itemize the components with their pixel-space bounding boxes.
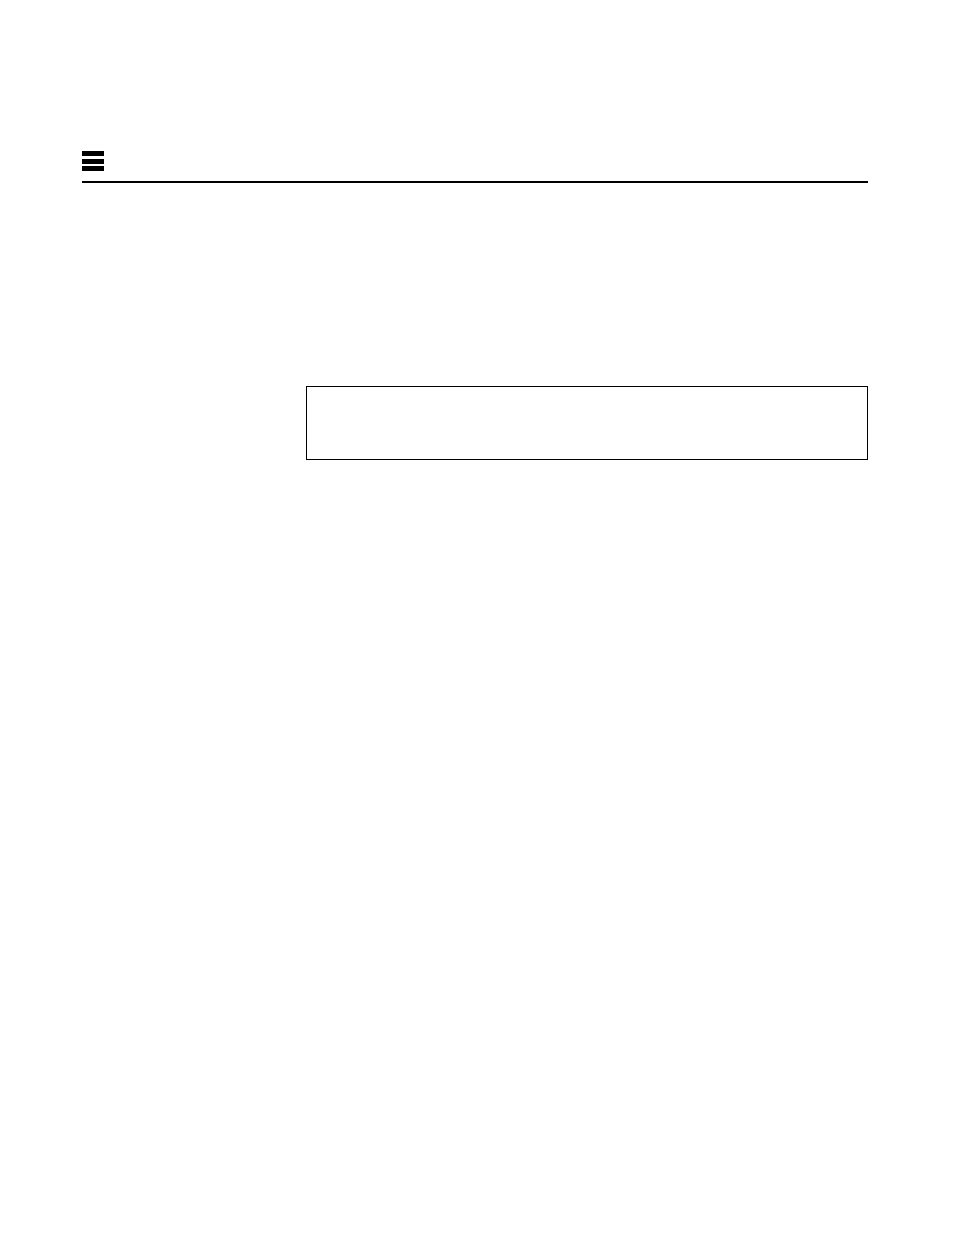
hamburger-bar bbox=[82, 151, 104, 156]
content-box bbox=[306, 386, 868, 460]
page-container bbox=[82, 0, 868, 1235]
hamburger-bar bbox=[82, 166, 104, 171]
header-bar bbox=[82, 151, 868, 177]
hamburger-bar bbox=[82, 159, 104, 164]
header-divider bbox=[82, 181, 868, 183]
hamburger-icon bbox=[82, 151, 104, 171]
